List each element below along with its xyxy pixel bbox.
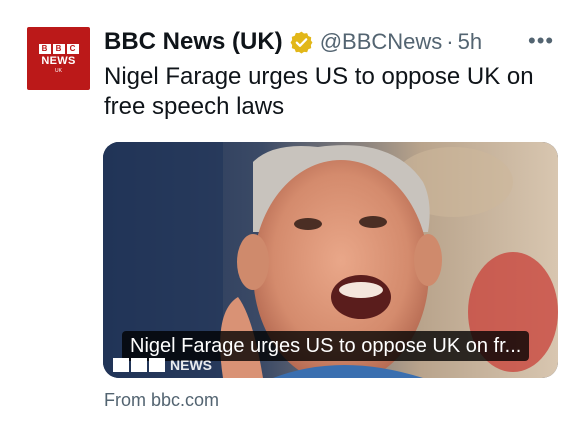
bbc-letter-b1: B (38, 43, 51, 54)
avatar[interactable]: B B C NEWS UK (27, 27, 90, 90)
bbc-letter-b2: B (52, 43, 65, 54)
tweet-header: BBC News (UK) @BBCNews · 5h (104, 27, 482, 57)
more-options-icon[interactable]: ••• (528, 28, 554, 54)
verified-badge-icon[interactable] (289, 30, 314, 55)
account-name[interactable]: BBC News (UK) (104, 28, 283, 56)
bbc-block (149, 358, 165, 372)
card-bbc-logo: NEWS (113, 357, 212, 373)
bbc-letter-c: C (66, 43, 79, 54)
avatar-uk-text: UK (55, 67, 62, 74)
avatar-news-text: NEWS (41, 54, 76, 67)
card-source[interactable]: From bbc.com (104, 390, 219, 411)
bbc-logo-blocks: B B C (38, 43, 79, 54)
bbc-block (113, 358, 129, 372)
bbc-block (131, 358, 147, 372)
account-handle[interactable]: @BBCNews (320, 29, 443, 55)
post-text: Nigel Farage urges US to oppose UK on fr… (104, 63, 534, 120)
tweet[interactable]: B B C NEWS UK BBC News (UK) @BBCNews · 5… (0, 0, 586, 433)
card-logo-text: NEWS (170, 357, 212, 373)
post-timestamp[interactable]: 5h (458, 29, 482, 55)
separator-dot: · (446, 29, 454, 54)
